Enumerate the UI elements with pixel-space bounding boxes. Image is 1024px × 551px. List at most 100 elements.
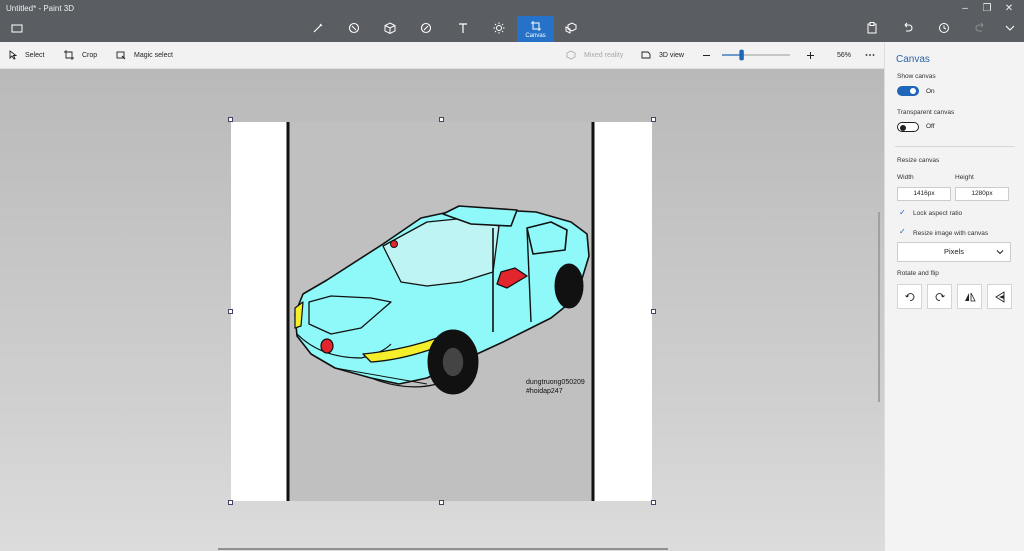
watermark-line1: dungtruong050209 — [526, 379, 585, 386]
redo-icon — [975, 22, 984, 32]
transparent-canvas-state: Off — [926, 123, 935, 130]
text-tool[interactable] — [448, 14, 478, 42]
resize-handle-left[interactable] — [228, 309, 233, 314]
mixed-reality-icon — [566, 50, 576, 60]
watermark-line2: #hoidap247 — [526, 388, 563, 395]
folder-icon — [11, 24, 23, 33]
magic-select-label: Magic select — [134, 51, 173, 59]
paste-button[interactable] — [857, 14, 887, 42]
title-bar: Untitled* - Paint 3D Canvas – ❐ ✕ — [0, 0, 1024, 42]
plus-icon — [807, 51, 814, 59]
select-label: Select — [25, 51, 45, 59]
menu-button[interactable] — [10, 22, 26, 34]
zoom-in-button[interactable] — [806, 42, 823, 68]
resize-handle-top-left[interactable] — [228, 117, 233, 122]
zoom-slider[interactable] — [722, 42, 798, 68]
rotate-right-icon — [935, 292, 945, 301]
effects-sun-icon — [493, 22, 505, 34]
resize-image-checkbox[interactable]: ✓ — [899, 227, 906, 236]
3d-library-icon — [565, 22, 577, 34]
resize-handle-top-right[interactable] — [651, 117, 656, 122]
select-button[interactable]: Select — [9, 42, 44, 68]
vertical-scrollbar[interactable] — [878, 212, 880, 402]
canvas-panel: Canvas Show canvas On Transparent canvas… — [884, 42, 1024, 551]
canvas-icon — [530, 20, 541, 31]
3d-view-button[interactable]: 3D view — [641, 42, 684, 68]
flip-vertical-button[interactable] — [987, 284, 1012, 309]
transparent-canvas-toggle[interactable] — [897, 122, 919, 132]
crop-icon — [64, 50, 74, 60]
text-icon — [459, 23, 467, 33]
tab-canvas[interactable]: Canvas — [517, 16, 554, 42]
resize-handle-top[interactable] — [439, 117, 444, 122]
history-icon — [939, 23, 949, 33]
2d-shapes-icon — [348, 22, 360, 34]
brush-icon — [313, 23, 323, 33]
transparent-canvas-label: Transparent canvas — [897, 109, 955, 116]
magic-select-icon — [116, 51, 126, 60]
sticker-icon — [420, 22, 432, 34]
3d-shapes-tool[interactable] — [375, 14, 405, 42]
lock-aspect-checkbox[interactable]: ✓ — [899, 208, 906, 217]
resize-handle-bottom-right[interactable] — [651, 500, 656, 505]
zoom-level[interactable]: 56% — [837, 42, 851, 68]
2d-shapes-tool[interactable] — [339, 14, 369, 42]
show-canvas-label: Show canvas — [897, 73, 936, 80]
magic-select-button[interactable]: Magic select — [116, 42, 173, 68]
flip-vertical-icon — [994, 290, 1004, 303]
minus-icon — [703, 54, 710, 56]
undo-button[interactable] — [893, 14, 923, 42]
brushes-tool[interactable] — [303, 14, 333, 42]
show-canvas-state: On — [926, 88, 935, 95]
3d-view-icon — [641, 51, 651, 59]
flip-horizontal-button[interactable] — [957, 284, 982, 309]
paste-icon — [867, 22, 877, 34]
horizontal-scrollbar[interactable] — [218, 548, 668, 550]
more-options-button[interactable] — [997, 14, 1023, 42]
canvas-toolbar: Select Crop Magic select Mixed reality 3… — [0, 42, 884, 69]
resize-canvas-label: Resize canvas — [897, 157, 940, 164]
show-canvas-toggle[interactable] — [897, 86, 919, 96]
rotate-right-button[interactable] — [927, 284, 952, 309]
units-dropdown[interactable]: Pixels — [897, 242, 1011, 262]
undo-icon — [904, 22, 913, 32]
crop-button[interactable]: Crop — [64, 42, 97, 68]
cursor-icon — [9, 50, 17, 60]
3d-cube-icon — [384, 22, 396, 35]
3d-library-tool[interactable] — [556, 14, 586, 42]
zoom-out-button[interactable] — [702, 42, 719, 68]
more-icon[interactable] — [865, 42, 883, 68]
effects-tool[interactable] — [484, 14, 514, 42]
redo-button[interactable] — [965, 14, 995, 42]
crop-label: Crop — [82, 51, 98, 59]
lock-aspect-label: Lock aspect ratio — [913, 210, 963, 217]
units-value: Pixels — [943, 247, 964, 256]
height-label: Height — [955, 174, 974, 181]
flip-horizontal-icon — [964, 292, 976, 301]
window-title: Untitled* - Paint 3D — [6, 4, 75, 13]
height-field[interactable]: 1280px — [955, 187, 1009, 201]
rotate-left-icon — [904, 292, 914, 301]
mixed-reality-button[interactable]: Mixed reality — [566, 42, 623, 68]
stickers-tool[interactable] — [411, 14, 441, 42]
resize-handle-right[interactable] — [651, 309, 656, 314]
width-field[interactable]: 1416px — [897, 187, 951, 201]
chevron-down-icon — [1005, 25, 1015, 31]
resize-handle-bottom-left[interactable] — [228, 500, 233, 505]
resize-image-label: Resize image with canvas — [913, 230, 989, 237]
rotate-left-button[interactable] — [897, 284, 922, 309]
divider — [895, 146, 1015, 147]
mixed-reality-label: Mixed reality — [584, 51, 624, 59]
tab-canvas-label: Canvas — [525, 32, 546, 39]
canvas-image[interactable]: dungtruong050209 #hoidap247 — [231, 122, 652, 501]
minimize-button[interactable]: – — [955, 2, 975, 16]
zoom-slider-thumb — [739, 49, 744, 61]
close-button[interactable]: ✕ — [999, 2, 1019, 16]
3d-view-label: 3D view — [659, 51, 684, 59]
panel-title: Canvas — [896, 54, 930, 65]
resize-handle-bottom[interactable] — [439, 500, 444, 505]
chevron-down-icon — [996, 250, 1004, 255]
maximize-button[interactable]: ❐ — [977, 2, 997, 16]
history-button[interactable] — [929, 14, 959, 42]
width-label: Width — [897, 174, 914, 181]
